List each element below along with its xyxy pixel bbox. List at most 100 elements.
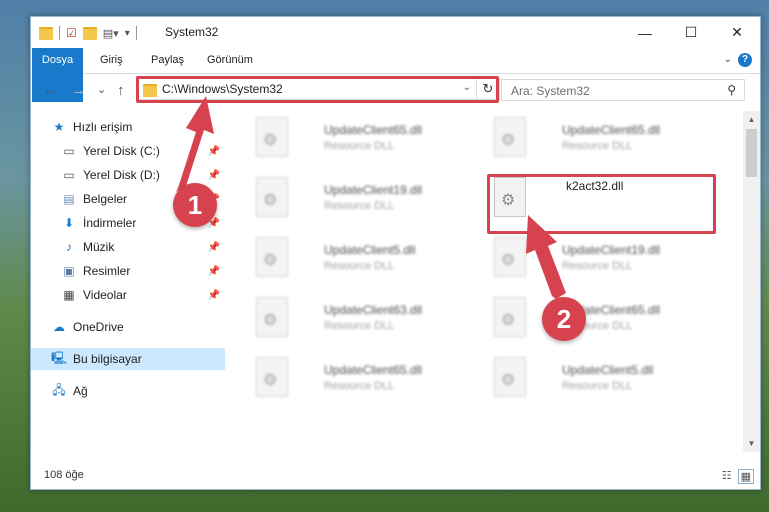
file-explorer-window: ☑ ▤▾ ▾ System32 — ☐ ✕ Dosya Giriş Paylaş… <box>30 16 761 490</box>
title-bar: ☑ ▤▾ ▾ System32 — ☐ ✕ <box>31 17 760 48</box>
minimize-button[interactable]: — <box>622 17 668 48</box>
tab-view[interactable]: Görünüm <box>197 48 263 73</box>
search-icon[interactable]: ⚲ <box>727 83 736 97</box>
sidebar-item-label: Yerel Disk (D:) <box>83 168 160 182</box>
ribbon-tabs: Dosya Giriş Paylaş Görünüm ⌄ ? <box>31 48 760 102</box>
pin-icon[interactable]: 📌 <box>208 146 220 157</box>
window-title: System32 <box>165 25 219 39</box>
file-name: UpdateClient65.dll <box>324 123 423 137</box>
sidebar-item-network[interactable]: 🖧 Ağ <box>51 380 225 402</box>
scroll-down-icon[interactable]: ▼ <box>743 435 760 452</box>
item-count: 108 öğe <box>44 469 84 481</box>
sidebar-item-onedrive[interactable]: ☁ OneDrive <box>51 316 225 338</box>
sidebar-item-label: Müzik <box>83 240 115 254</box>
dll-file-icon <box>494 237 526 277</box>
sidebar-item-label: Hızlı erişim <box>73 120 133 134</box>
toolbar-separator <box>135 26 137 40</box>
scroll-thumb[interactable] <box>746 129 757 177</box>
file-item[interactable]: UpdateClient5.dll Resource DLL <box>490 353 720 407</box>
up-button[interactable]: ↑ <box>117 82 125 99</box>
file-item[interactable]: UpdateClient65.dll Resource DLL <box>252 353 482 407</box>
step-1-badge: 1 <box>173 183 217 227</box>
pin-icon[interactable]: 📌 <box>208 170 220 181</box>
video-icon: ▦ <box>63 288 75 302</box>
back-button[interactable]: ← <box>43 82 58 99</box>
file-item[interactable]: UpdateClient19.dll Resource DLL <box>490 233 720 287</box>
file-item[interactable]: UpdateClient65.dll Resource DLL <box>490 293 720 347</box>
file-item[interactable]: UpdateClient65.dll Resource DLL <box>490 113 720 167</box>
close-button[interactable]: ✕ <box>714 17 760 48</box>
file-description: Resource DLL <box>324 260 395 272</box>
pin-icon[interactable]: 📌 <box>208 266 220 277</box>
search-input[interactable]: Ara: System32 ⚲ <box>501 79 745 101</box>
sidebar-item-music[interactable]: ♪ Müzik 📌 <box>61 236 225 258</box>
file-description: Resource DLL <box>562 140 633 152</box>
sidebar-item-label: Bu bilgisayar <box>73 352 142 366</box>
recent-locations-button[interactable]: ⌄ <box>97 83 106 96</box>
file-name: UpdateClient5.dll <box>324 243 416 257</box>
dll-file-icon <box>494 297 526 337</box>
file-name: UpdateClient19.dll <box>324 183 423 197</box>
file-name: UpdateClient19.dll <box>562 243 661 257</box>
help-button[interactable]: ? <box>738 53 752 67</box>
file-name: UpdateClient5.dll <box>562 363 654 377</box>
file-name: UpdateClient65.dll <box>324 363 423 377</box>
file-description: Resource DLL <box>324 380 395 392</box>
dll-file-icon <box>494 117 526 157</box>
file-list: UpdateClient65.dll Resource DLL UpdateCl… <box>227 113 742 453</box>
forward-button[interactable]: → <box>71 82 86 99</box>
sidebar-item-pictures[interactable]: ▣ Resimler 📌 <box>61 260 225 282</box>
file-item[interactable]: UpdateClient65.dll Resource DLL <box>252 113 482 167</box>
sidebar-item-quick-access[interactable]: ★ Hızlı erişim <box>51 116 245 138</box>
address-bar-highlight <box>136 76 499 103</box>
navigation-pane: ★ Hızlı erişim ▭ Yerel Disk (C:) 📌 ▭ Yer… <box>31 113 225 453</box>
drive-icon: ▭ <box>63 168 75 182</box>
search-placeholder: Ara: System32 <box>511 84 590 98</box>
download-icon: ⬇ <box>63 216 75 230</box>
dll-file-icon <box>256 117 288 157</box>
sidebar-item-local-disk-c[interactable]: ▭ Yerel Disk (C:) 📌 <box>61 140 225 162</box>
large-icons-view-icon[interactable]: ▦ <box>737 469 754 484</box>
file-description: Resource DLL <box>324 320 395 332</box>
cloud-icon: ☁ <box>53 320 65 334</box>
vertical-scrollbar[interactable]: ▲ ▼ <box>743 111 760 452</box>
file-name: UpdateClient63.dll <box>324 303 423 317</box>
status-bar: 108 öğe ☷ ▦ <box>31 461 760 489</box>
scroll-up-icon[interactable]: ▲ <box>743 111 760 128</box>
music-icon: ♪ <box>66 240 72 254</box>
dll-file-icon <box>256 177 288 217</box>
sidebar-item-this-pc[interactable]: 🖳 Bu bilgisayar <box>31 348 225 370</box>
new-folder-icon[interactable] <box>82 26 97 40</box>
file-description: Resource DLL <box>324 140 395 152</box>
computer-icon: 🖳 <box>51 350 68 365</box>
file-description: Resource DLL <box>562 380 633 392</box>
file-description: Resource DLL <box>562 260 633 272</box>
dll-file-icon <box>256 357 288 397</box>
view-options-icon[interactable]: ▤▾ <box>103 27 119 40</box>
expand-ribbon-icon[interactable]: ⌄ <box>724 54 732 65</box>
network-icon: 🖧 <box>52 382 66 397</box>
toolbar-separator <box>59 26 60 40</box>
properties-icon[interactable]: ☑ <box>66 26 77 40</box>
pictures-icon: ▣ <box>63 264 75 278</box>
sidebar-item-label: Ağ <box>73 384 88 398</box>
customize-toolbar-icon[interactable]: ▾ <box>125 28 130 39</box>
dll-file-icon <box>256 297 288 337</box>
pin-icon[interactable]: 📌 <box>208 242 220 253</box>
file-item[interactable]: UpdateClient63.dll Resource DLL <box>252 293 482 347</box>
pin-icon[interactable]: 📌 <box>208 290 220 301</box>
tab-share[interactable]: Paylaş <box>141 48 194 73</box>
maximize-button[interactable]: ☐ <box>668 17 714 48</box>
file-item[interactable]: UpdateClient19.dll Resource DLL <box>252 173 482 227</box>
drive-icon: ▭ <box>63 144 75 158</box>
folder-icon <box>39 26 53 40</box>
tab-home[interactable]: Giriş <box>90 48 133 73</box>
details-view-icon[interactable]: ☷ <box>722 469 732 484</box>
sidebar-item-videos[interactable]: ▦ Videolar 📌 <box>61 284 225 306</box>
file-name: UpdateClient65.dll <box>562 123 661 137</box>
documents-icon: ▤ <box>63 192 75 206</box>
sidebar-item-label: Yerel Disk (C:) <box>83 144 160 158</box>
navigation-bar: ← → ⌄ ↑ C:\Windows\System32 ⌄ ↻ Ara: Sys… <box>31 74 760 106</box>
star-icon: ★ <box>53 120 65 134</box>
file-item[interactable]: UpdateClient5.dll Resource DLL <box>252 233 482 287</box>
